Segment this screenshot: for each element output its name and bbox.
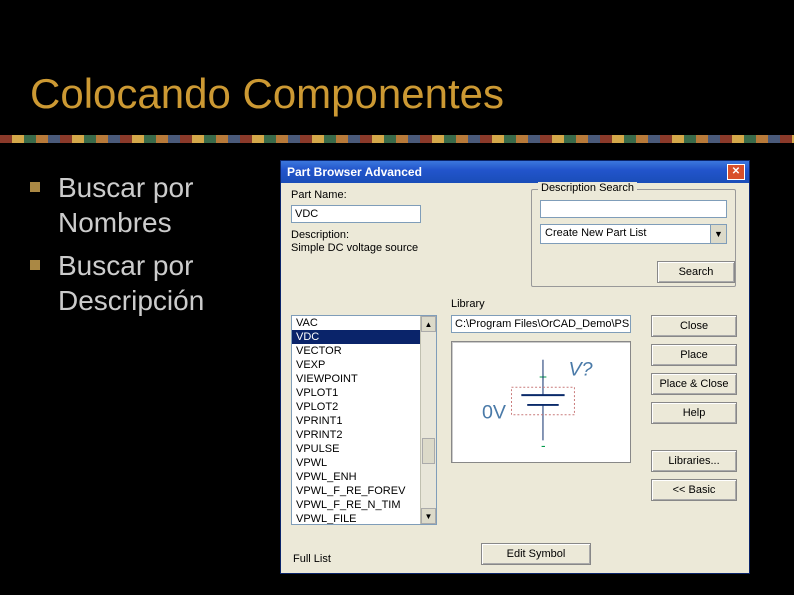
list-item[interactable]: VEXP [292,358,420,372]
place-close-button[interactable]: Place & Close [651,373,737,395]
search-button[interactable]: Search [657,261,735,283]
scroll-down-icon[interactable]: ▼ [421,508,436,524]
dialog-title: Part Browser Advanced [287,165,422,179]
bullet-list: Buscar por Nombres Buscar por Descripció… [30,170,270,326]
preview-designator: V? [569,358,593,380]
preview-voltage: 0V [482,402,507,424]
description-search-input[interactable] [540,200,727,218]
bullet-icon [30,182,40,192]
list-item[interactable]: VPLOT1 [292,386,420,400]
edit-symbol-button[interactable]: Edit Symbol [481,543,591,565]
list-item[interactable]: VPRINT1 [292,414,420,428]
list-item[interactable]: VAC [292,316,420,330]
close-icon[interactable]: ✕ [727,164,745,180]
create-part-list-combo[interactable]: Create New Part List ▼ [540,224,727,244]
part-name-label: Part Name: [291,189,421,201]
part-preview: 0V V? + - [451,341,631,463]
combo-text: Create New Part List [541,225,710,243]
list-item[interactable]: VPULSE [292,442,420,456]
full-list-label: Full List [293,553,331,565]
help-button[interactable]: Help [651,402,737,424]
bullet-item: Buscar por Nombres [30,170,270,240]
list-item[interactable]: VPWL [292,456,420,470]
dialog-titlebar[interactable]: Part Browser Advanced ✕ [281,161,749,183]
list-item[interactable]: VIEWPOINT [292,372,420,386]
parts-listbox[interactable]: VACVDCVECTORVEXPVIEWPOINTVPLOT1VPLOT2VPR… [291,315,437,525]
bullet-item: Buscar por Descripción [30,248,270,318]
slide-title: Colocando Componentes [30,70,504,118]
basic-button[interactable]: << Basic [651,479,737,501]
list-item[interactable]: VPWL_F_RE_FOREV [292,484,420,498]
bullet-icon [30,260,40,270]
part-browser-dialog: Part Browser Advanced ✕ Part Name: Descr… [280,160,750,574]
list-item[interactable]: VPWL_FILE [292,512,420,524]
scroll-up-icon[interactable]: ▲ [421,316,436,332]
list-item[interactable]: VPWL_F_RE_N_TIM [292,498,420,512]
place-button[interactable]: Place [651,344,737,366]
minus-icon: - [541,438,546,453]
description-search-legend: Description Search [538,182,637,194]
list-item[interactable]: VPWL_ENH [292,470,420,484]
list-item[interactable]: VPRINT2 [292,428,420,442]
slide-separator [0,135,794,143]
chevron-down-icon[interactable]: ▼ [710,225,726,243]
library-path-value: C:\Program Files\OrCAD_Demo\PSpi [455,318,631,330]
part-name-input[interactable] [291,205,421,223]
bullet-text: Buscar por Nombres [58,170,270,240]
list-item[interactable]: VPLOT2 [292,400,420,414]
scroll-track[interactable] [421,332,436,508]
close-button[interactable]: Close [651,315,737,337]
library-path-field[interactable]: C:\Program Files\OrCAD_Demo\PSpi [451,315,631,333]
libraries-button[interactable]: Libraries... [651,450,737,472]
list-item[interactable]: VECTOR [292,344,420,358]
description-value: Simple DC voltage source [291,241,421,255]
scroll-thumb[interactable] [422,438,435,464]
library-label: Library [451,298,485,310]
listbox-scrollbar[interactable]: ▲ ▼ [420,316,436,524]
bullet-text: Buscar por Descripción [58,248,270,318]
description-label: Description: [291,229,421,241]
list-item[interactable]: VDC [292,330,420,344]
